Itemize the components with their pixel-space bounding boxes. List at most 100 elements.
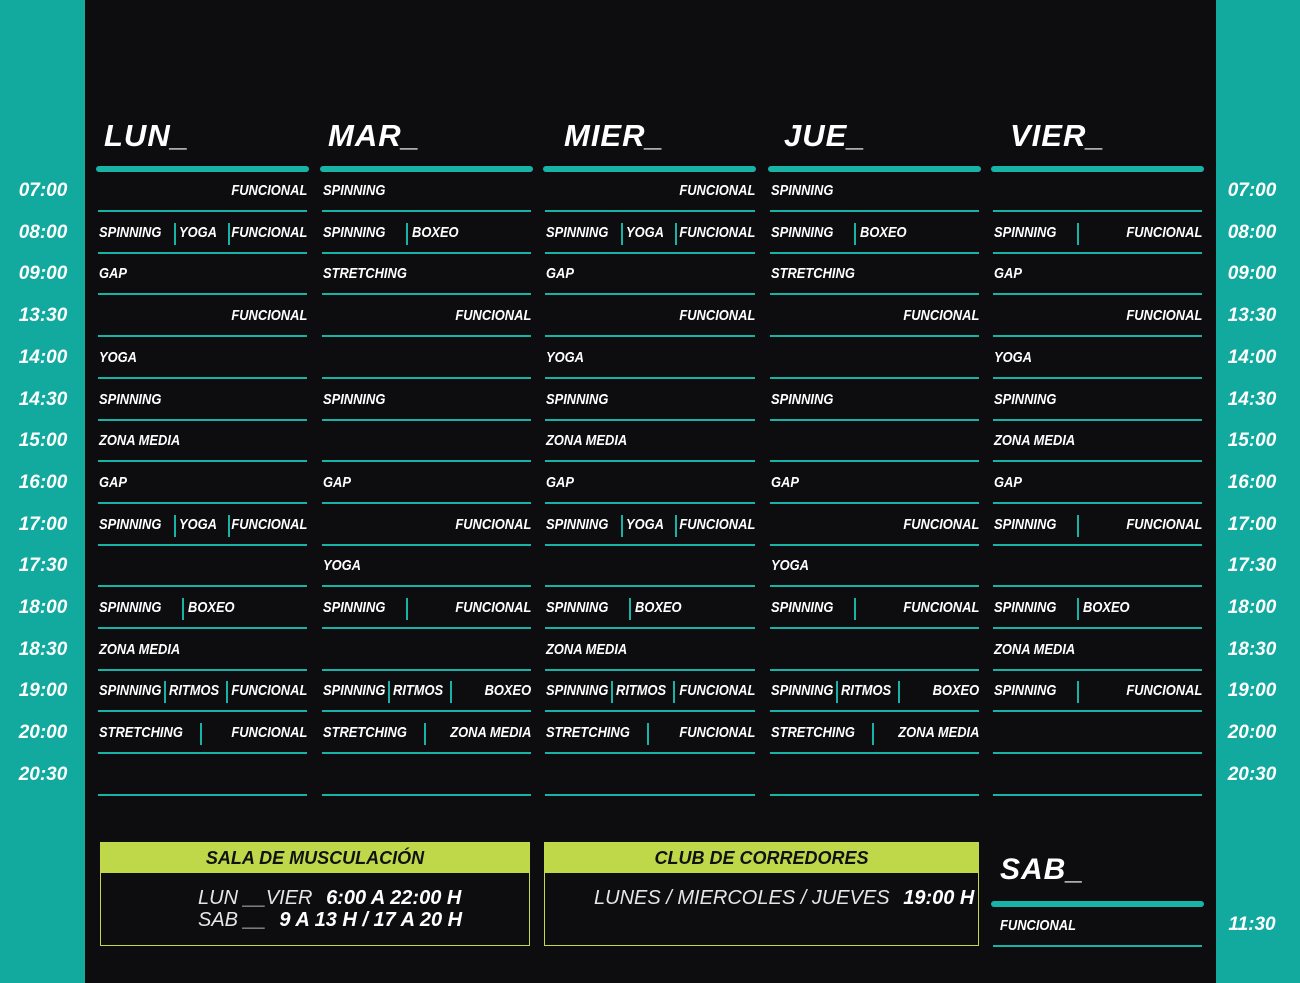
schedule-cell: SPINNING — [770, 380, 979, 421]
class-label: YOGA — [994, 348, 1033, 366]
time-label-right: 14:30 — [1227, 388, 1277, 410]
class-slot: ZONA MEDIA — [994, 630, 1202, 669]
class-slot: FUNCIONAL — [546, 296, 755, 335]
class-label: FUNCIONAL — [455, 307, 531, 325]
class-separator — [1077, 598, 1079, 620]
class-label: FUNCIONAL — [903, 599, 979, 616]
schedule-cell — [322, 755, 531, 796]
class-label: FUNCIONAL — [231, 724, 307, 742]
schedule-cell: GAP — [993, 463, 1202, 504]
class-label: FUNCIONAL — [231, 307, 307, 325]
schedule-cell: STRETCHING FUNCIONAL — [98, 713, 307, 755]
class-label: SPINNING — [546, 682, 609, 700]
day-header-sab: SAB_ — [1000, 853, 1085, 886]
schedule-cell: SPINNING BOXEO — [545, 588, 755, 629]
class-label: SPINNING — [99, 599, 162, 616]
class-label: YOGA — [771, 557, 810, 575]
time-label-right: 18:00 — [1227, 597, 1277, 618]
class-label: FUNCIONAL — [679, 724, 755, 742]
class-label: SPINNING — [994, 682, 1057, 700]
time-label-left: 14:00 — [18, 346, 68, 368]
time-label-left: 17:30 — [18, 555, 68, 577]
class-slot: FUNCIONAL — [229, 671, 307, 710]
class-label: FUNCIONAL — [1126, 223, 1202, 241]
class-label: GAP — [771, 473, 799, 491]
schedule-cell: SPINNING — [770, 171, 979, 212]
time-label-right: 16:00 — [1227, 471, 1277, 493]
class-label: SPINNING — [771, 682, 834, 700]
class-slot: STRETCHING — [771, 713, 868, 752]
class-label: YOGA — [546, 348, 585, 366]
schedule-cell: ZONA MEDIA — [545, 421, 755, 463]
class-slot: YOGA — [771, 546, 979, 585]
class-label: FUNCIONAL — [679, 515, 755, 533]
class-slot: YOGA — [179, 213, 226, 252]
day-header-jue: JUE_ — [784, 118, 866, 153]
class-separator — [1077, 681, 1079, 704]
time-label-left: 08:00 — [18, 221, 68, 243]
schedule-cell — [98, 546, 307, 588]
time-label-right: 07:00 — [1227, 180, 1277, 201]
schedule-cell: FUNCIONAL — [545, 296, 755, 338]
class-separator — [174, 222, 176, 245]
time-label-left: 15:00 — [18, 430, 68, 452]
class-separator — [647, 723, 649, 746]
sab-class-slot: FUNCIONAL — [1000, 906, 1202, 945]
schedule-cell: STRETCHING — [770, 254, 979, 296]
time-label-right: 14:00 — [1227, 346, 1277, 368]
schedule-cell: STRETCHING FUNCIONAL — [545, 713, 755, 755]
time-label-right: 13:30 — [1227, 305, 1277, 327]
class-slot: YOGA — [626, 213, 673, 252]
schedule-cell: ZONA MEDIA — [545, 630, 755, 671]
class-label: ZONA MEDIA — [546, 640, 628, 658]
class-slot: GAP — [99, 254, 307, 293]
class-label: SPINNING — [323, 223, 386, 241]
schedule-cell — [322, 338, 531, 379]
schedule-cell: SPINNING FUNCIONAL — [993, 505, 1202, 546]
class-separator — [174, 514, 176, 537]
class-separator — [675, 222, 677, 245]
day-header-mar: MAR_ — [328, 118, 420, 153]
class-label: FUNCIONAL — [455, 515, 531, 533]
class-separator — [611, 681, 613, 704]
schedule-cell: SPINNING RITMOS FUNCIONAL — [545, 671, 755, 713]
class-label: RITMOS — [393, 682, 444, 700]
class-separator — [898, 681, 900, 704]
schedule-cell — [770, 630, 979, 671]
class-label: SPINNING — [99, 682, 162, 700]
time-label-left: 18:00 — [18, 597, 68, 618]
schedule-cell: SPINNING YOGA FUNCIONAL — [98, 505, 307, 546]
class-slot: ZONA MEDIA — [99, 630, 307, 669]
class-slot: ZONA MEDIA — [430, 713, 531, 752]
class-slot: SPINNING — [323, 213, 402, 252]
class-label: SPINNING — [323, 599, 386, 616]
schedule-cell — [545, 546, 755, 588]
class-label: RITMOS — [169, 682, 220, 700]
class-label: SPINNING — [546, 599, 609, 616]
time-label-right: 18:30 — [1227, 638, 1277, 660]
schedule-cell — [770, 338, 979, 379]
class-label: SPINNING — [771, 223, 834, 241]
class-slot: FUNCIONAL — [206, 713, 307, 752]
class-slot: STRETCHING — [323, 713, 420, 752]
class-label: BOXEO — [635, 599, 682, 616]
class-slot: SPINNING — [994, 213, 1073, 252]
class-slot: FUNCIONAL — [323, 505, 531, 544]
class-slot: BOXEO — [635, 588, 755, 627]
schedule-cell: SPINNING YOGA FUNCIONAL — [545, 505, 755, 546]
class-slot: SPINNING — [771, 213, 850, 252]
class-label: GAP — [546, 265, 574, 283]
schedule-cell: FUNCIONAL — [98, 296, 307, 338]
class-label: ZONA MEDIA — [449, 724, 531, 742]
class-label: YOGA — [99, 348, 138, 366]
schedule-cell: SPINNING YOGA FUNCIONAL — [545, 213, 755, 254]
class-slot: YOGA — [99, 338, 307, 377]
class-label: SPINNING — [994, 599, 1057, 616]
schedule-cell: ZONA MEDIA — [993, 630, 1202, 671]
time-label-left: 18:30 — [18, 638, 68, 660]
class-separator — [621, 514, 623, 537]
schedule-cell: SPINNING FUNCIONAL — [322, 588, 531, 629]
class-slot: SPINNING — [546, 588, 625, 627]
class-label: FUNCIONAL — [1126, 515, 1202, 533]
schedule-cell — [993, 171, 1202, 212]
